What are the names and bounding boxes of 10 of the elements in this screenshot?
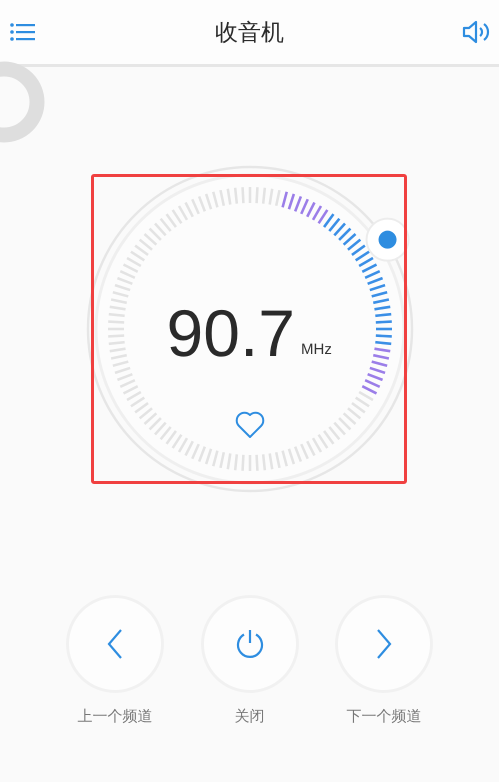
frequency-reading: 90.7: [166, 296, 294, 370]
unit-label: MHz: [300, 341, 332, 358]
tuning-knob[interactable]: [365, 218, 410, 262]
chevron-right-icon: [374, 628, 394, 660]
control-label: 上一个频道: [78, 707, 152, 726]
screen-title: 收音机: [215, 18, 284, 48]
heart-icon[interactable]: [235, 412, 264, 438]
control-label: 下一个频道: [346, 707, 422, 726]
control-label: 关闭: [234, 707, 264, 726]
chevron-left-icon: [105, 628, 125, 660]
